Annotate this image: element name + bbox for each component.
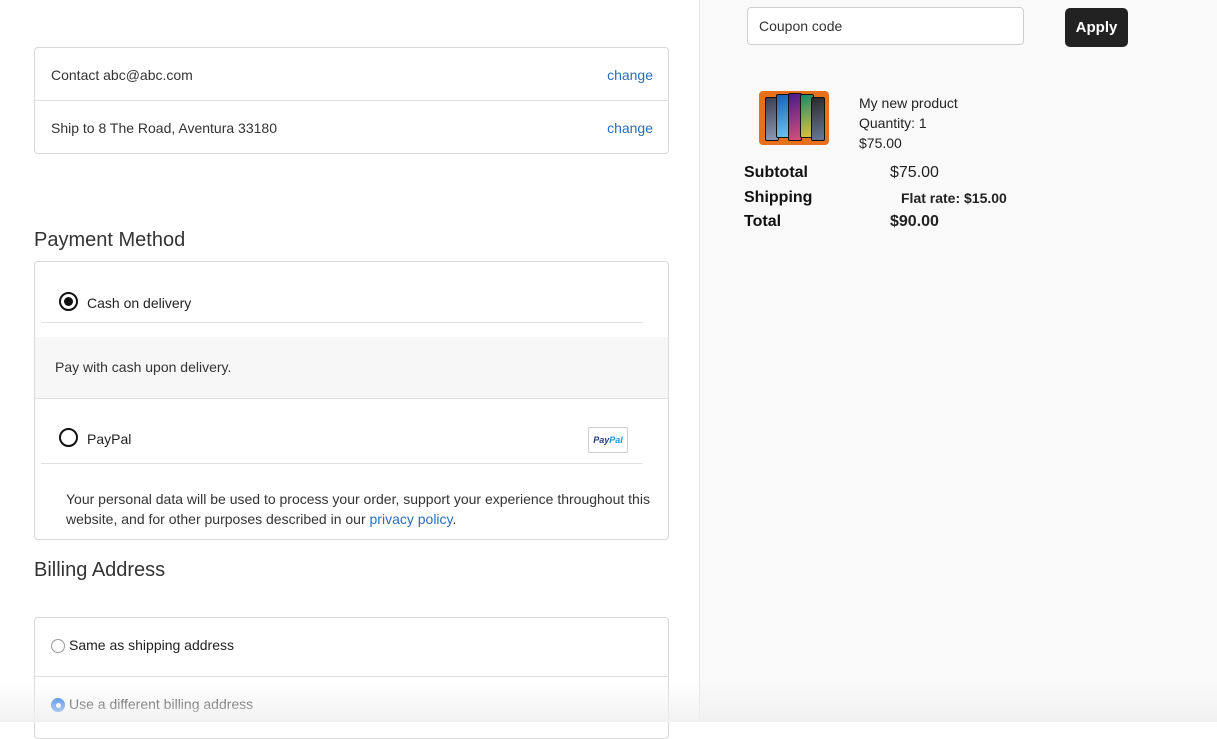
cash-on-delivery-label[interactable]: Cash on delivery xyxy=(87,295,191,311)
subtotal-label: Subtotal xyxy=(744,164,808,181)
different-billing-radio[interactable] xyxy=(51,698,65,712)
paypal-logo-icon: PayPal xyxy=(588,427,628,453)
divider xyxy=(41,322,643,323)
ship-to-text: Ship to 8 The Road, Aventura 33180 xyxy=(51,120,277,136)
contact-text: Contact abc@abc.com xyxy=(51,67,193,83)
cash-on-delivery-description: Pay with cash upon delivery. xyxy=(35,337,668,399)
paypal-radio[interactable] xyxy=(59,428,78,447)
different-billing-label[interactable]: Use a different billing address xyxy=(69,696,253,712)
change-contact-link[interactable]: change xyxy=(607,67,653,83)
shipping-value: Flat rate: $15.00 xyxy=(901,190,1007,206)
checkout-main: Contact abc@abc.com change Ship to 8 The… xyxy=(0,0,699,739)
same-as-shipping-radio[interactable] xyxy=(51,639,65,653)
coupon-code-input[interactable] xyxy=(747,7,1024,45)
product-quantity: Quantity: 1 xyxy=(859,115,927,131)
same-as-shipping-label[interactable]: Same as shipping address xyxy=(69,637,234,653)
shipping-label: Shipping xyxy=(744,189,813,206)
order-summary-panel: Apply My new product Quantity: 1 $75.00 … xyxy=(699,0,1217,722)
billing-option-same[interactable]: Same as shipping address xyxy=(35,618,668,676)
total-value: $90.00 xyxy=(890,213,939,230)
ship-to-row: Ship to 8 The Road, Aventura 33180 chang… xyxy=(35,100,668,153)
cash-description-text: Pay with cash upon delivery. xyxy=(55,359,232,375)
subtotal-value: $75.00 xyxy=(890,164,939,181)
contact-review-box: Contact abc@abc.com change Ship to 8 The… xyxy=(34,47,669,154)
contact-row: Contact abc@abc.com change xyxy=(35,48,668,100)
divider xyxy=(41,463,643,464)
change-shipping-link[interactable]: change xyxy=(607,120,653,136)
privacy-notice: Your personal data will be used to proce… xyxy=(66,491,650,527)
payment-method-box: Cash on delivery Pay with cash upon deli… xyxy=(34,261,669,540)
privacy-policy-link[interactable]: privacy policy xyxy=(370,511,453,527)
paypal-label[interactable]: PayPal xyxy=(87,431,131,447)
cash-on-delivery-radio[interactable] xyxy=(59,292,78,311)
total-label: Total xyxy=(744,213,782,230)
billing-address-heading: Billing Address xyxy=(34,559,166,581)
product-name: My new product xyxy=(859,95,958,111)
product-price: $75.00 xyxy=(859,135,902,151)
billing-address-box: Same as shipping address Use a different… xyxy=(34,617,669,739)
apply-coupon-button[interactable]: Apply xyxy=(1065,8,1128,47)
payment-method-heading: Payment Method xyxy=(34,229,186,251)
product-thumbnail xyxy=(759,91,829,145)
billing-option-different[interactable]: Use a different billing address xyxy=(35,676,668,735)
